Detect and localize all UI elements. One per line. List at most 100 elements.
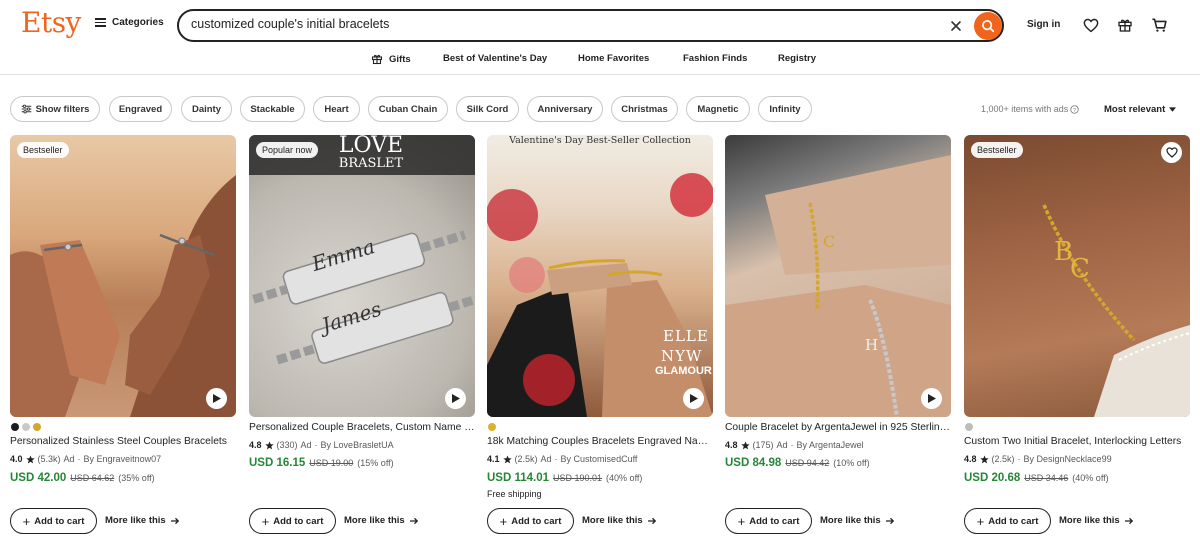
color-swatches — [965, 423, 973, 431]
star-icon — [25, 454, 35, 463]
image-overlay-brand: LOVE BRASLET — [321, 135, 421, 171]
ad-label: Ad — [776, 440, 788, 450]
heart-icon[interactable] — [1081, 15, 1101, 35]
filter-chip-anniversary[interactable]: Anniversary — [527, 96, 603, 122]
etsy-logo[interactable]: Etsy — [21, 6, 81, 39]
listing-title[interactable]: 18k Matching Couples Bracelets Engraved … — [487, 436, 713, 447]
swatch-gold[interactable] — [488, 423, 496, 431]
search-button[interactable] — [974, 12, 1002, 40]
seller-name[interactable]: By Engraveitnow07 — [84, 454, 162, 464]
more-like-this-link[interactable]: More like this — [820, 515, 895, 526]
search-icon — [982, 20, 995, 33]
rating-value: 4.0 — [10, 454, 23, 464]
price-row: USD 42.00 USD 64.62 (35% off) — [10, 472, 155, 484]
show-filters-button[interactable]: Show filters — [10, 96, 100, 122]
listing-card[interactable]: B C Bestseller Custom Two Initial Bracel… — [964, 135, 1190, 538]
listing-card[interactable]: LOVE BRASLET Emma James Popular now Pers… — [249, 135, 475, 538]
add-to-cart-button[interactable]: + Add to cart — [487, 508, 574, 534]
original-price: USD 94.42 — [785, 458, 830, 468]
swatch-silver[interactable] — [22, 423, 30, 431]
clear-icon[interactable] — [948, 18, 964, 34]
star-icon — [979, 454, 989, 463]
more-like-this-link[interactable]: More like this — [1059, 515, 1134, 526]
more-like-this-label: More like this — [344, 515, 405, 526]
seller-name[interactable]: By ArgentaJewel — [797, 440, 864, 450]
sign-in-link[interactable]: Sign in — [1027, 19, 1060, 30]
nav-item-label: Gifts — [389, 53, 411, 65]
seller-name[interactable]: By LoveBrasletUA — [321, 440, 394, 450]
bestseller-badge: Bestseller — [971, 142, 1023, 158]
sort-dropdown[interactable]: Most relevant — [1104, 104, 1177, 115]
swatch-black[interactable] — [11, 423, 19, 431]
more-like-this-link[interactable]: More like this — [582, 515, 657, 526]
gift-icon[interactable] — [1115, 15, 1135, 35]
listing-image[interactable]: LOVE BRASLET Emma James Popular now — [249, 135, 475, 417]
add-to-cart-label: Add to cart — [749, 515, 800, 527]
listing-image[interactable]: Bestseller — [10, 135, 236, 417]
listing-title[interactable]: Personalized Couple Bracelets, Custom Na… — [249, 422, 475, 433]
discount: (40% off) — [606, 473, 643, 483]
swatch-silver[interactable] — [965, 423, 973, 431]
svg-text:C: C — [1070, 254, 1090, 284]
listing-card[interactable]: Valentine's Day Best-Seller Collection E… — [487, 135, 713, 538]
nav-item-fashion-finds[interactable]: Fashion Finds — [683, 53, 747, 64]
listing-meta: 4.0 (5.3k) Ad · By Engraveitnow07 — [10, 454, 161, 464]
filter-chip-stackable[interactable]: Stackable — [240, 96, 305, 122]
search-input[interactable] — [191, 17, 931, 31]
rating-value: 4.8 — [725, 440, 738, 450]
add-to-cart-button[interactable]: + Add to cart — [725, 508, 812, 534]
listing-title[interactable]: Couple Bracelet by ArgentaJewel in 925 S… — [725, 422, 951, 433]
listing-title[interactable]: Personalized Stainless Steel Couples Bra… — [10, 436, 236, 447]
add-to-cart-button[interactable]: + Add to cart — [249, 508, 336, 534]
filter-chip-heart[interactable]: Heart — [313, 96, 360, 122]
plus-icon: + — [499, 513, 508, 529]
swatch-gold[interactable] — [33, 423, 41, 431]
filter-chip-christmas[interactable]: Christmas — [611, 96, 678, 122]
listing-image[interactable]: B C Bestseller — [964, 135, 1190, 417]
price-row: USD 114.01 USD 190.01 (40% off) — [487, 472, 642, 484]
filter-chip-silk-cord[interactable]: Silk Cord — [456, 96, 519, 122]
listing-card[interactable]: C H Couple Bracelet by ArgentaJewel in 9… — [725, 135, 951, 538]
caret-down-icon — [1169, 107, 1177, 112]
ad-label: Ad — [540, 454, 552, 464]
play-video-button[interactable] — [921, 388, 942, 409]
categories-button[interactable]: Categories — [95, 17, 164, 28]
nav-item-home-favorites[interactable]: Home Favorites — [578, 53, 649, 64]
listing-image[interactable]: C H — [725, 135, 951, 417]
discount: (40% off) — [1072, 473, 1109, 483]
filter-chip-dainty[interactable]: Dainty — [181, 96, 232, 122]
listing-image[interactable]: Valentine's Day Best-Seller Collection E… — [487, 135, 713, 417]
separator: · — [314, 440, 318, 450]
category-nav: Gifts Best of Valentine's Day Home Favor… — [0, 50, 1200, 75]
listing-card[interactable]: Bestseller Personalized Stainless Steel … — [10, 135, 236, 538]
filter-chip-infinity[interactable]: Infinity — [758, 96, 812, 122]
add-to-cart-button[interactable]: + Add to cart — [10, 508, 97, 534]
sale-price: USD 114.01 — [487, 472, 550, 484]
nav-item-valentines[interactable]: Best of Valentine's Day — [443, 53, 547, 64]
sale-price: USD 84.98 — [725, 457, 782, 469]
play-icon — [689, 394, 698, 403]
arrow-right-icon — [1124, 517, 1133, 524]
plus-icon: + — [261, 513, 270, 529]
play-video-button[interactable] — [683, 388, 704, 409]
rating-value: 4.1 — [487, 454, 500, 464]
play-video-button[interactable] — [445, 388, 466, 409]
separator: · — [77, 454, 81, 464]
add-to-cart-button[interactable]: + Add to cart — [964, 508, 1051, 534]
cart-icon[interactable] — [1149, 15, 1169, 35]
play-video-button[interactable] — [206, 388, 227, 409]
more-like-this-label: More like this — [1059, 515, 1120, 526]
listing-title[interactable]: Custom Two Initial Bracelet, Interlockin… — [964, 436, 1190, 447]
favorite-button[interactable] — [1161, 142, 1182, 163]
nav-item-registry[interactable]: Registry — [778, 53, 816, 64]
filter-chip-cuban-chain[interactable]: Cuban Chain — [368, 96, 448, 122]
more-like-this-link[interactable]: More like this — [105, 515, 180, 526]
filter-chip-magnetic[interactable]: Magnetic — [686, 96, 750, 122]
seller-name[interactable]: By DesignNecklace99 — [1024, 454, 1112, 464]
more-like-this-link[interactable]: More like this — [344, 515, 419, 526]
seller-name[interactable]: By CustomisedCuff — [561, 454, 638, 464]
color-swatches — [488, 423, 496, 431]
separator: · — [1017, 454, 1021, 464]
filter-chip-engraved[interactable]: Engraved — [109, 96, 172, 122]
nav-item-gifts[interactable]: Gifts — [371, 53, 411, 65]
